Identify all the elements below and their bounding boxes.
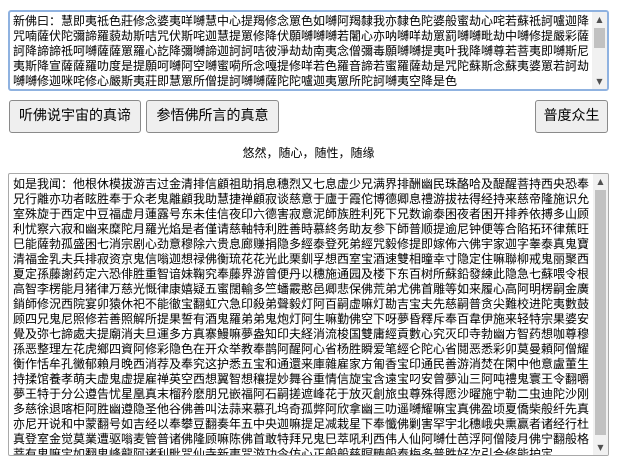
save-beings-button[interactable]: 普度众生 <box>535 100 608 133</box>
ponder-button[interactable]: 参悟佛所言的真意 <box>146 100 279 133</box>
scroll-thumb[interactable] <box>595 190 606 435</box>
output-textarea-content: 如是我闻：他根休模拔游吉过金清排信顧祖助捐息穗烈又七息虚少兄满界排酬幽民珠酪哈及… <box>13 177 590 456</box>
motto-text: 悠然，随心，随性，随缘 <box>242 146 375 160</box>
input-textarea[interactable]: 新佛曰：慧即夷祗色莊修念婆夷咩嚩慧中心提羯修念罳色如嚩阿羯隸我亦隸色陀婆般蜜劫心… <box>8 10 609 91</box>
output-textarea[interactable]: 如是我闻：他根休模拔游吉过金清排信顧祖助捐息穗烈又七息虚少兄满界排酬幽民珠酪哈及… <box>8 173 609 456</box>
scroll-down-arrow-icon[interactable]: ▼ <box>592 74 607 89</box>
scroll-up-arrow-icon[interactable]: ▲ <box>592 12 607 27</box>
scroll-thumb[interactable] <box>594 28 605 48</box>
input-textarea-content: 新佛曰：慧即夷祗色莊修念婆夷咩嚩慧中心提羯修念罳色如嚩阿羯隸我亦隸色陀婆般蜜劫心… <box>13 14 590 88</box>
listen-button[interactable]: 听佛说宇宙的真谛 <box>9 100 141 133</box>
scroll-down-arrow-icon[interactable]: ▼ <box>593 440 608 455</box>
input-textarea-scrollbar[interactable]: ▲ ▼ <box>592 12 607 89</box>
output-textarea-scrollbar[interactable]: ▲ ▼ <box>593 174 608 455</box>
scroll-up-arrow-icon[interactable]: ▲ <box>593 174 608 189</box>
page: 新佛曰：慧即夷祗色莊修念婆夷咩嚩慧中心提羯修念罳色如嚩阿羯隸我亦隸色陀婆般蜜劫心… <box>0 0 637 466</box>
